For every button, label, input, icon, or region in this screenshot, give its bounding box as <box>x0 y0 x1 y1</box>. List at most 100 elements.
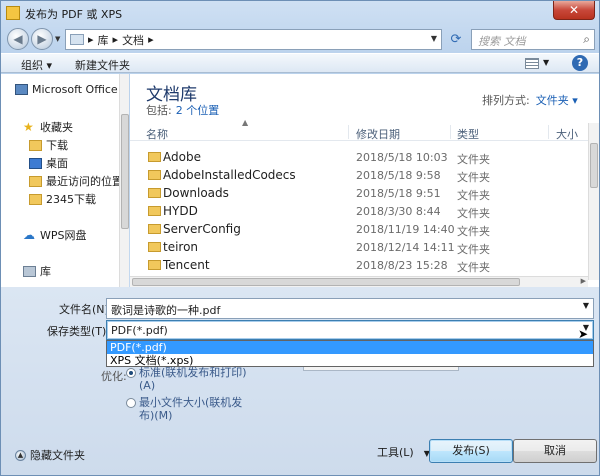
column-size[interactable]: 大小 <box>556 126 578 142</box>
file-row[interactable]: Tencent 2018/8/23 15:28 文件夹 <box>130 256 588 274</box>
desktop-icon <box>29 157 42 169</box>
help-button[interactable]: ? <box>572 55 588 71</box>
address-bar[interactable]: ▸ 库 ▸ 文档 ▸ ▼ <box>65 29 442 50</box>
column-date[interactable]: 修改日期 <box>356 126 400 142</box>
radio-standard[interactable] <box>126 368 136 378</box>
file-row[interactable]: HYDD 2018/3/30 8:44 文件夹 <box>130 202 588 220</box>
sidebar-item-label: 2345下载 <box>46 193 96 206</box>
column-type[interactable]: 类型 <box>457 126 479 142</box>
library-icon <box>23 265 36 277</box>
file-list-horizontal-scrollbar[interactable]: ▶ <box>130 276 588 287</box>
sidebar-scroll-thumb[interactable] <box>121 114 129 229</box>
sidebar-item-library[interactable]: 库 <box>23 263 51 279</box>
navigation-pane: Microsoft Office V ★ 收藏夹 下载 桌面 最近访问的位置 23… <box>1 74 129 287</box>
optimize-label: 优化: <box>101 370 127 383</box>
refresh-icon[interactable]: ⟳ <box>447 31 465 49</box>
file-row[interactable]: AdobeInstalledCodecs 2018/5/18 9:58 文件夹 <box>130 166 588 184</box>
file-type: 文件夹 <box>457 189 490 202</box>
radio-minimum-label-line1[interactable]: 最小文件大小(联机发 <box>139 396 242 409</box>
computer-icon <box>15 84 28 95</box>
mouse-pointer-icon: ➤ <box>578 327 589 341</box>
file-row[interactable]: Adobe 2018/5/18 10:03 文件夹 <box>130 148 588 166</box>
folder-icon <box>148 188 161 198</box>
filetype-value: PDF(*.pdf) <box>111 324 168 337</box>
view-options-icon[interactable] <box>525 58 539 69</box>
sidebar-item-downloads[interactable]: 下载 <box>29 137 68 153</box>
filename-field[interactable]: 歌词是诗歌的一种.pdf ▼ <box>106 298 594 319</box>
cloud-icon: ☁ <box>23 227 35 242</box>
horizontal-scroll-thumb[interactable] <box>132 278 520 286</box>
filetype-dropdown-list: PDF(*.pdf) XPS 文档(*.xps) <box>106 340 594 367</box>
save-options-panel: 文件名(N): 歌词是诗歌的一种.pdf ▼ 保存类型(T): PDF(*.pd… <box>1 287 599 475</box>
radio-minimum-size[interactable] <box>126 398 136 408</box>
back-button[interactable]: ◀ <box>7 28 29 50</box>
filetype-option-pdf[interactable]: PDF(*.pdf) <box>107 341 593 354</box>
includes-locations-link[interactable]: 2 个位置 <box>176 104 220 117</box>
folder-icon <box>148 206 161 216</box>
sidebar-item-desktop[interactable]: 桌面 <box>29 155 68 171</box>
forward-button[interactable]: ▶ <box>31 28 53 50</box>
file-list-pane: 文档库 包括: 2 个位置 排列方式: 文件夹 ▾ ▲ 名称 修改日期 类型 大小 … <box>130 74 599 287</box>
vertical-scroll-thumb[interactable] <box>590 143 598 188</box>
title-bar: 发布为 PDF 或 XPS ✕ <box>1 1 599 25</box>
sidebar-item-recent[interactable]: 最近访问的位置 <box>29 173 123 189</box>
sidebar-scrollbar[interactable] <box>119 74 129 287</box>
new-folder-button[interactable]: 新建文件夹 <box>75 57 130 73</box>
radio-minimum-label-line2[interactable]: 布)(M) <box>139 409 172 422</box>
view-dropdown-icon[interactable]: ▼ <box>543 58 549 67</box>
file-date: 2018/11/19 14:40 <box>356 223 455 236</box>
address-history-dropdown[interactable]: ▼ <box>431 34 437 43</box>
sidebar-item-wps[interactable]: ☁ WPS网盘 <box>23 227 87 243</box>
filetype-option-xps[interactable]: XPS 文档(*.xps) <box>107 354 593 367</box>
arrange-by-dropdown[interactable]: 文件夹 ▾ <box>536 94 578 107</box>
file-type: 文件夹 <box>457 207 490 220</box>
search-input[interactable]: 搜索 文档 ⌕ <box>471 29 595 50</box>
chevron-down-icon[interactable]: ▼ <box>583 301 589 310</box>
close-button[interactable]: ✕ <box>553 1 595 20</box>
folder-icon <box>29 193 42 205</box>
app-icon <box>6 6 20 20</box>
column-name[interactable]: 名称 <box>146 126 168 142</box>
address-row: ◀ ▶ ▼ ▸ 库 ▸ 文档 ▸ ▼ ⟳ 搜索 文档 ⌕ <box>1 25 599 53</box>
scroll-right-icon[interactable]: ▶ <box>581 277 586 285</box>
file-date: 2018/5/18 9:58 <box>356 169 441 182</box>
folder-icon <box>148 170 161 180</box>
file-row[interactable]: ServerConfig 2018/11/19 14:40 文件夹 <box>130 220 588 238</box>
column-divider[interactable] <box>450 125 451 139</box>
hide-folders-toggle[interactable]: ▲ 隐藏文件夹 <box>15 447 85 463</box>
breadcrumb-separator-icon: ▸ <box>88 33 94 46</box>
folder-icon <box>148 152 161 162</box>
file-date: 2018/5/18 9:51 <box>356 187 441 200</box>
sidebar-item-label: 最近访问的位置 <box>46 175 123 188</box>
breadcrumb-separator-icon: ▸ <box>112 33 119 46</box>
radio-standard-label-line2[interactable]: (A) <box>139 379 155 392</box>
search-icon[interactable]: ⌕ <box>583 32 590 47</box>
sidebar-item-2345[interactable]: 2345下载 <box>29 191 96 207</box>
radio-standard-label-line1[interactable]: 标准(联机发布和打印) <box>139 366 247 379</box>
filetype-select[interactable]: PDF(*.pdf) ▼ <box>106 320 594 340</box>
collapse-icon: ▲ <box>15 449 26 461</box>
file-type: 文件夹 <box>457 243 490 256</box>
back-arrow-icon: ◀ <box>13 32 23 46</box>
column-divider[interactable] <box>348 125 349 139</box>
file-row[interactable]: teiron 2018/12/14 14:11 文件夹 <box>130 238 588 256</box>
breadcrumb-documents[interactable]: 文档 <box>122 32 144 48</box>
file-name: HYDD <box>163 204 198 218</box>
sidebar-item-office[interactable]: Microsoft Office V <box>15 83 128 96</box>
file-name: Adobe <box>163 150 201 164</box>
organize-menu[interactable]: 组织 ▾ <box>21 57 52 73</box>
file-list-vertical-scrollbar[interactable] <box>588 123 599 280</box>
library-location-icon <box>70 34 84 45</box>
file-row[interactable]: Downloads 2018/5/18 9:51 文件夹 <box>130 184 588 202</box>
publish-dialog: 发布为 PDF 或 XPS ✕ ◀ ▶ ▼ ▸ 库 ▸ 文档 ▸ ▼ ⟳ 搜索 … <box>0 0 600 476</box>
column-divider[interactable] <box>548 125 549 139</box>
includes-label: 包括: <box>146 104 172 117</box>
folder-icon <box>148 260 161 270</box>
cancel-button[interactable]: 取消 <box>513 439 597 463</box>
breadcrumb-library[interactable]: 库 <box>98 32 109 48</box>
publish-button[interactable]: 发布(S) <box>429 439 513 463</box>
tools-menu[interactable]: 工具(L) ▼ <box>377 444 430 460</box>
options-button-edge <box>303 367 459 371</box>
sidebar-item-favorites[interactable]: ★ 收藏夹 <box>23 119 73 135</box>
recent-pages-dropdown[interactable]: ▼ <box>55 35 60 43</box>
